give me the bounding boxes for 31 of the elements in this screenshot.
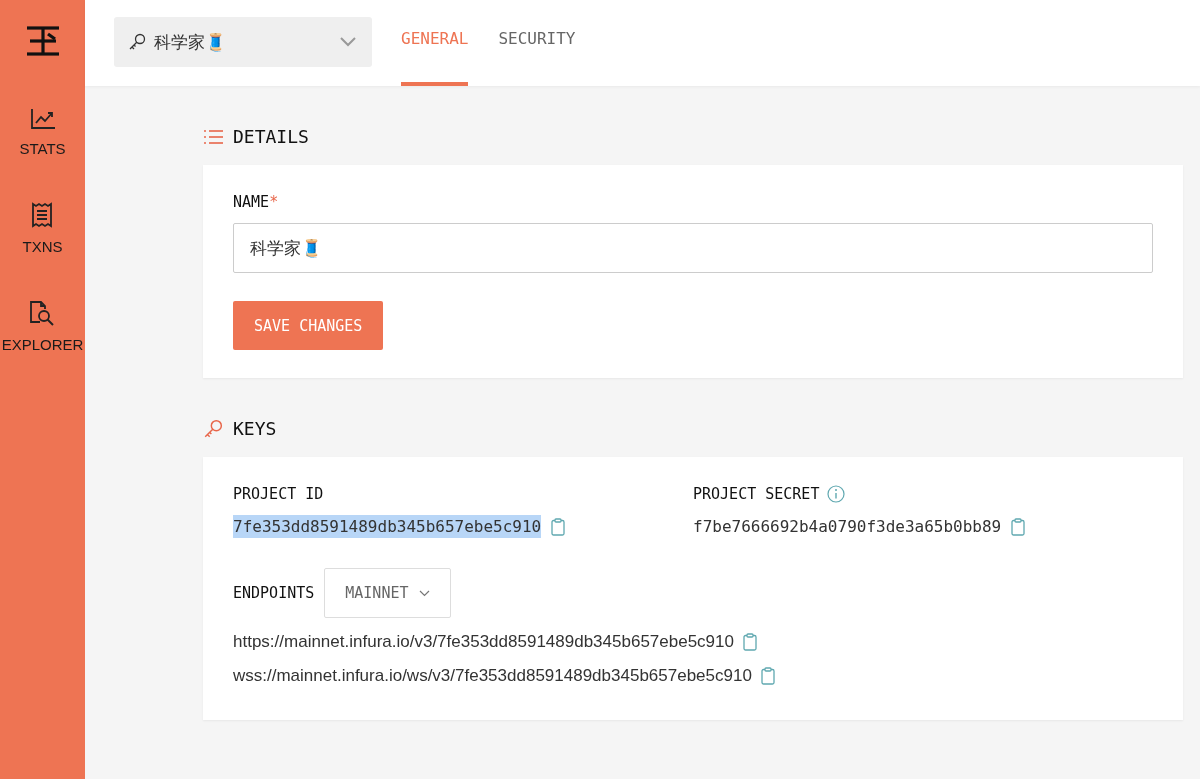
key-value: 7fe353dd8591489db345b657ebe5c910 <box>233 515 542 538</box>
field-label: ENDPOINTS <box>233 584 315 602</box>
chart-icon <box>29 108 56 130</box>
section-title: KEYS <box>233 418 277 439</box>
sidebar-item[interactable]: EXPLORER <box>1 300 84 353</box>
clipboard-icon[interactable] <box>760 667 775 685</box>
key-icon <box>203 418 223 439</box>
info-icon[interactable] <box>827 485 846 503</box>
network-select[interactable]: MAINNET <box>324 568 451 618</box>
required-mark: * <box>269 193 279 211</box>
clipboard-icon[interactable] <box>551 517 566 536</box>
field-label: PROJECT SECRET <box>693 485 820 503</box>
project-select[interactable]: 科学家🧵 <box>114 17 372 67</box>
tab[interactable]: SECURITY <box>498 0 576 86</box>
name-input[interactable]: 科学家🧵 <box>233 223 1153 273</box>
clipboard-icon[interactable] <box>1011 517 1026 536</box>
field-label: PROJECT ID <box>233 485 324 503</box>
sidebar-item[interactable]: TXNS <box>22 202 63 255</box>
list-icon <box>203 128 223 145</box>
chevron-down-icon <box>340 37 356 47</box>
clipboard-icon[interactable] <box>742 633 757 651</box>
receipt-icon <box>31 202 54 228</box>
sidebar-item[interactable]: STATS <box>19 108 66 157</box>
endpoint-url: https://mainnet.infura.io/v3/7fe353dd8591489db345b657ebe5c910 <box>233 632 734 652</box>
chevron-down-icon <box>418 589 430 597</box>
endpoint-url: wss://mainnet.infura.io/ws/v3/7fe353dd8591489db345b657ebe5c910 <box>233 666 752 686</box>
section-title: DETAILS <box>233 126 309 147</box>
logo-icon[interactable] <box>25 26 60 56</box>
key-value: f7be7666692b4a0790f3de3a65b0bb89 <box>693 516 1002 538</box>
field-label: NAME <box>233 193 270 211</box>
key-icon <box>128 33 146 51</box>
